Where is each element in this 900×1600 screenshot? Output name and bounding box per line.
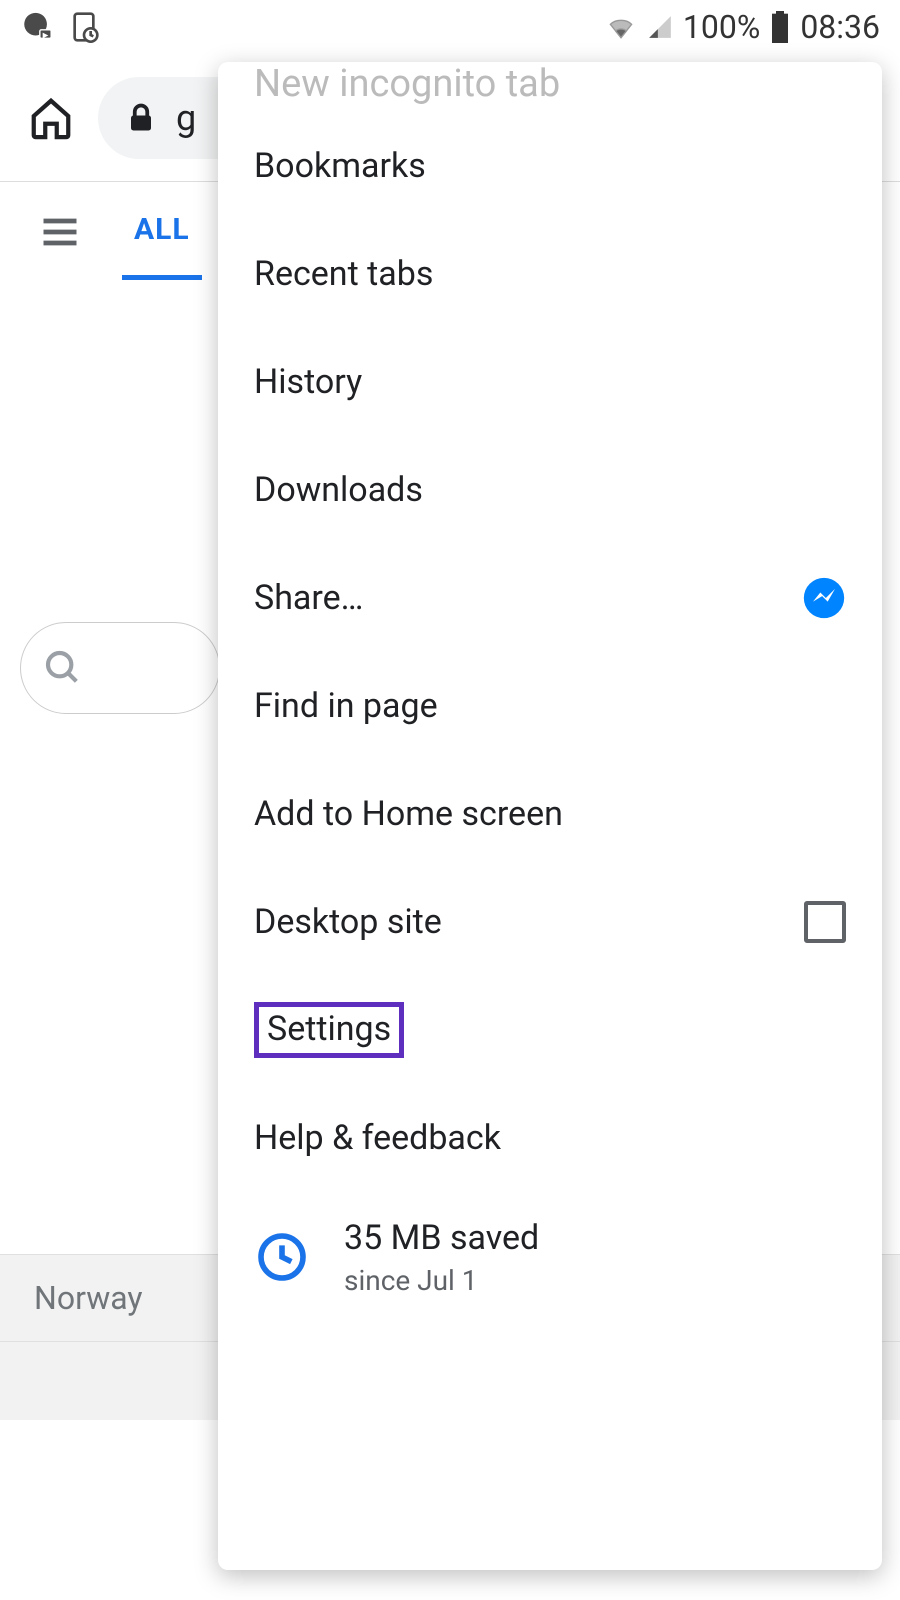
menu-item-label: Find in page [254,686,438,726]
search-icon [43,648,83,688]
menu-item-label: Share… [254,578,363,618]
menu-item-label: Bookmarks [254,146,426,186]
menu-item-label: Settings [254,1002,404,1057]
menu-new-incognito[interactable]: New incognito tab [218,62,882,112]
lock-icon [126,101,156,135]
menu-data-saver[interactable]: 35 MB saved since Jul 1 [218,1192,882,1322]
status-right: 100% 08:36 [605,8,880,46]
hamburger-icon[interactable] [38,210,82,254]
home-icon[interactable] [28,95,74,141]
menu-history[interactable]: History [218,328,882,436]
wifi-icon [605,11,637,43]
menu-desktop-site[interactable]: Desktop site [218,868,882,976]
clock: 08:36 [800,8,880,46]
menu-item-label: Recent tabs [254,254,433,294]
notification-chat-icon [20,10,54,44]
overflow-menu: New incognito tab Bookmarks Recent tabs … [218,62,882,1570]
data-saver-icon [254,1229,310,1285]
google-search-box[interactable] [20,622,220,714]
data-saver-subtitle: since Jul 1 [344,1264,539,1297]
signal-icon [647,14,673,40]
data-saver-text: 35 MB saved since Jul 1 [344,1218,539,1297]
menu-find-in-page[interactable]: Find in page [218,652,882,760]
desktop-site-checkbox[interactable] [804,901,846,943]
status-bar: 100% 08:36 [0,0,900,54]
data-saver-title: 35 MB saved [344,1218,539,1258]
region-label: Norway [34,1279,143,1317]
notification-sync-icon [68,11,100,43]
menu-share[interactable]: Share… [218,544,882,652]
battery-percent: 100% [683,8,760,46]
menu-downloads[interactable]: Downloads [218,436,882,544]
tab-all[interactable]: ALL [122,184,202,280]
menu-item-label: Downloads [254,470,423,510]
menu-item-label: New incognito tab [254,62,560,106]
menu-help-feedback[interactable]: Help & feedback [218,1084,882,1192]
menu-item-label: Add to Home screen [254,794,563,834]
menu-add-home[interactable]: Add to Home screen [218,760,882,868]
battery-icon [770,11,790,43]
menu-recent-tabs[interactable]: Recent tabs [218,220,882,328]
omnibox-text: g [176,97,196,139]
menu-bookmarks[interactable]: Bookmarks [218,112,882,220]
status-left [20,10,100,44]
menu-item-label: Help & feedback [254,1118,501,1158]
menu-item-label: Desktop site [254,902,442,942]
menu-item-label: History [254,362,362,402]
menu-settings[interactable]: Settings [218,976,882,1084]
messenger-icon[interactable] [802,576,846,620]
